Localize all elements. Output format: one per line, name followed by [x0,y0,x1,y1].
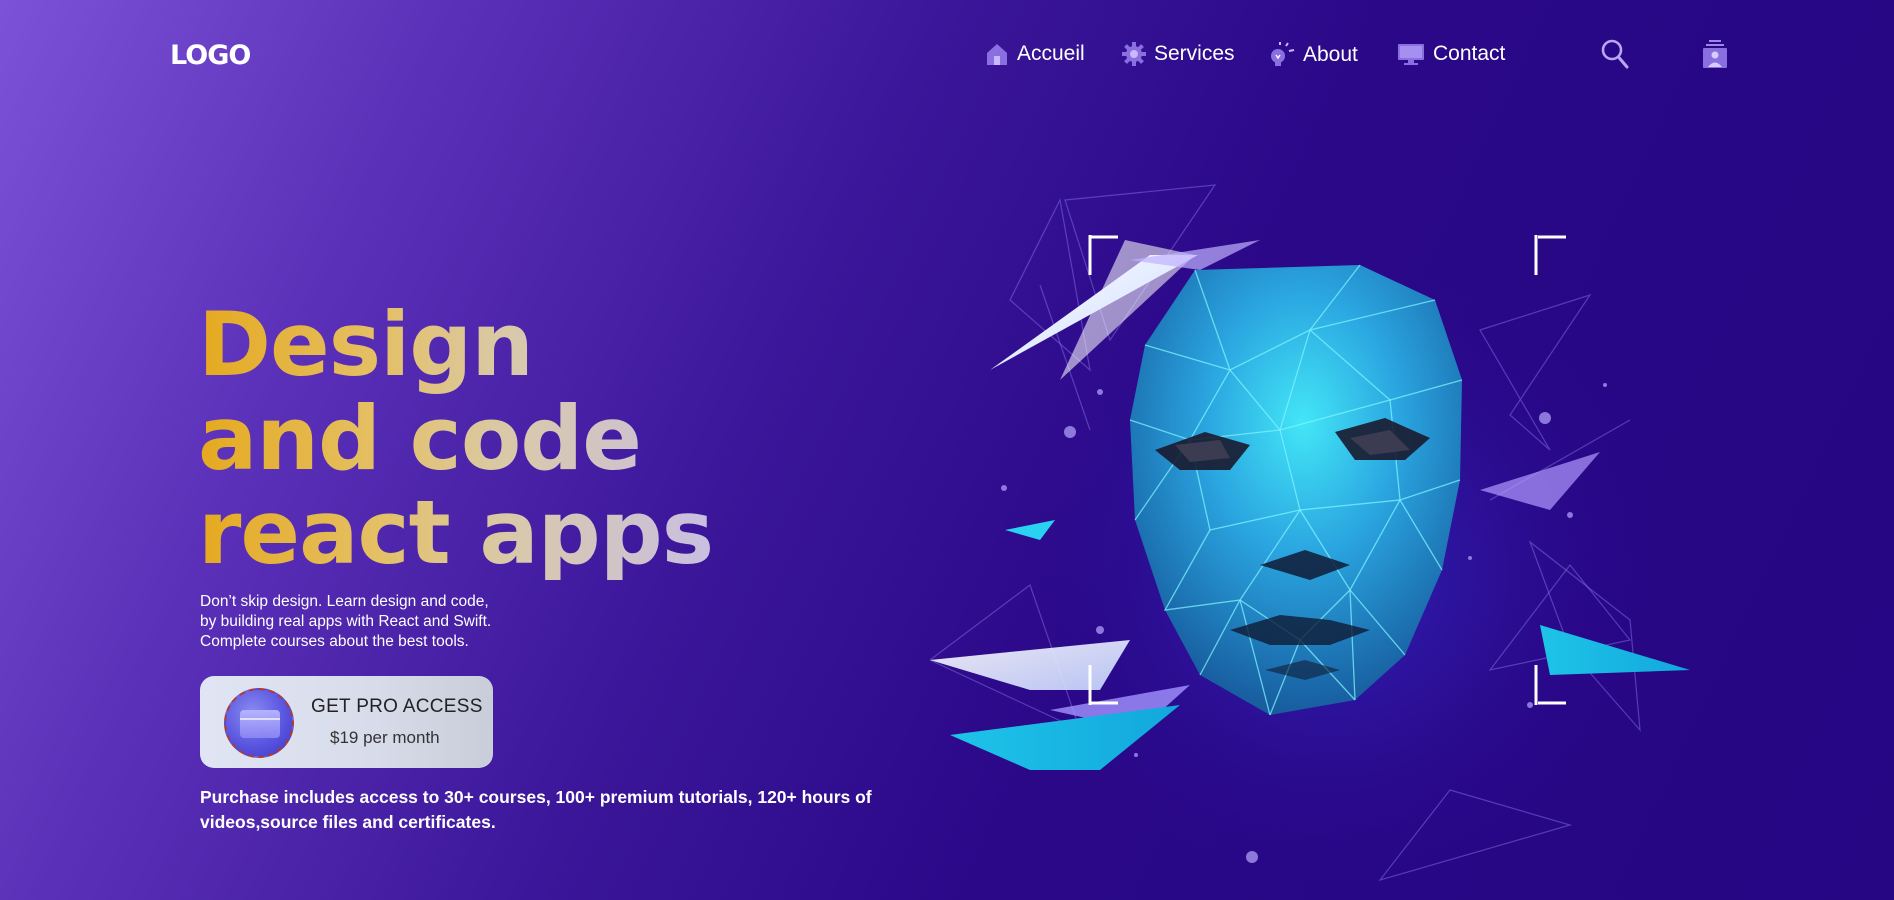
user-badge-icon [1702,40,1728,74]
gear-icon [1122,42,1146,66]
hero-description: Don’t skip design. Learn design and code… [200,592,491,652]
lightbulb-icon [1269,42,1295,68]
nav-link-contact[interactable]: Contact [1397,42,1505,66]
hero-title: Design and code react apps [198,298,713,580]
credit-card-icon [224,688,294,758]
search-icon [1600,39,1630,74]
hero-title-line: Design [198,293,533,396]
hero-title-line: and code [198,387,641,490]
nav-link-label: About [1303,43,1358,66]
cta-price: $19 per month [330,728,440,747]
nav-link-about[interactable]: About [1269,42,1358,68]
purchase-info-line: Purchase includes access to 30+ courses,… [200,787,872,807]
nav-link-services[interactable]: Services [1122,42,1235,66]
cta-title: GET PRO ACCESS [311,696,483,717]
hero-description-line: Complete courses about the best tools. [200,633,469,650]
hero-title-line: react apps [198,481,714,584]
nav-link-label: Accueil [1017,42,1085,65]
nav-link-label: Contact [1433,42,1506,65]
purchase-info-line: videos,source files and certificates. [200,812,496,832]
logo[interactable]: LOGO [170,40,251,71]
hero-description-line: Don’t skip design. Learn design and code… [200,593,489,610]
search-button[interactable] [1600,38,1630,74]
low-poly-face-illustration [930,184,1690,900]
user-account-button[interactable] [1702,38,1728,74]
nav-link-label: Services [1154,42,1235,65]
top-navigation: LOGO Accueil Services About Contact [0,0,1894,110]
nav-link-accueil[interactable]: Accueil [985,42,1085,66]
monitor-icon [1397,42,1425,66]
get-pro-access-button[interactable]: GET PRO ACCESS $19 per month [200,676,493,768]
hero-description-line: by building real apps with React and Swi… [200,613,492,630]
purchase-info: Purchase includes access to 30+ courses,… [200,785,880,835]
home-icon [985,42,1009,66]
